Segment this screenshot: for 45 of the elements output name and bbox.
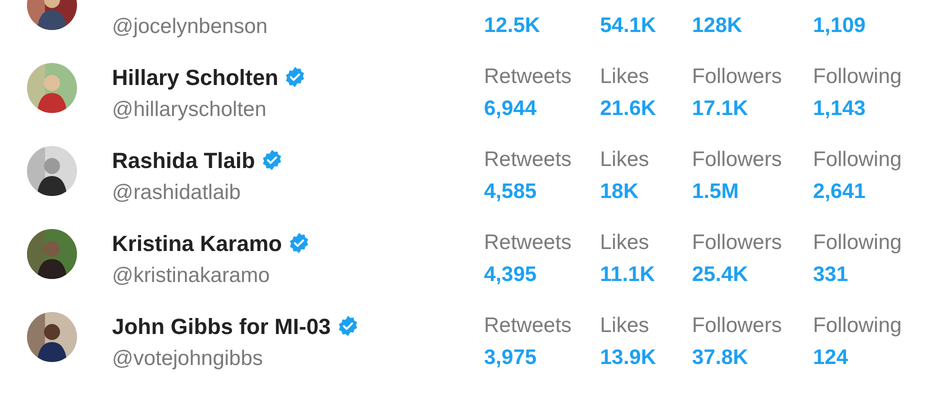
stat-value: 13.9K <box>600 345 656 371</box>
stat-value: 3,975 <box>484 345 537 371</box>
stat-value: 11.1K <box>600 262 655 288</box>
stat-value: 25.4K <box>692 262 748 288</box>
stat-value: 2,641 <box>813 179 866 205</box>
stat-label: Retweets <box>484 64 572 90</box>
stat-label: Retweets <box>484 313 572 339</box>
stat-value: 1,109 <box>813 13 866 39</box>
stat-label: Following <box>813 64 902 90</box>
account-handle: @votejohngibbs <box>112 346 263 372</box>
account-handle: @rashidatlaib <box>112 180 241 206</box>
stat-value: 1,143 <box>813 96 866 122</box>
stat-value: 1.5M <box>692 179 739 205</box>
stat-value: 17.1K <box>692 96 748 122</box>
stat-value: 124 <box>813 345 848 371</box>
stat-label: Retweets <box>484 147 572 173</box>
account-handle: @hillaryscholten <box>112 97 266 123</box>
stat-label: Followers <box>692 147 782 173</box>
account-handle: @jocelynbenson <box>112 14 268 40</box>
stat-label: Following <box>813 313 902 339</box>
account-handle: @kristinakaramo <box>112 263 270 289</box>
stat-value: 4,395 <box>484 262 537 288</box>
stat-value: 331 <box>813 262 848 288</box>
stat-label: Likes <box>600 64 650 90</box>
stat-value: 12.5K <box>484 13 540 39</box>
stat-value: 54.1K <box>600 13 656 39</box>
account-name: Rashida Tlaib <box>112 146 256 174</box>
stat-label: Followers <box>692 230 782 256</box>
account-name: Kristina Karamo <box>112 230 282 258</box>
stat-value: 37.8K <box>692 345 748 371</box>
stat-label: Following <box>813 230 902 256</box>
stat-label: Likes <box>600 147 650 173</box>
stat-label: Likes <box>600 230 650 256</box>
stat-value: 128K <box>692 13 742 39</box>
stat-value: 18K <box>600 179 639 205</box>
stat-label: Followers <box>692 313 782 339</box>
account-name: Hillary Scholten <box>112 64 278 92</box>
stat-label: Retweets <box>484 230 572 256</box>
stat-label: Likes <box>600 313 650 339</box>
stat-label: Followers <box>692 64 782 90</box>
stat-value: 4,585 <box>484 179 537 205</box>
stat-value: 21.6K <box>600 96 656 122</box>
stat-label: Following <box>813 147 902 173</box>
stat-value: 6,944 <box>484 96 537 122</box>
account-name: John Gibbs for MI-03 <box>112 312 331 340</box>
